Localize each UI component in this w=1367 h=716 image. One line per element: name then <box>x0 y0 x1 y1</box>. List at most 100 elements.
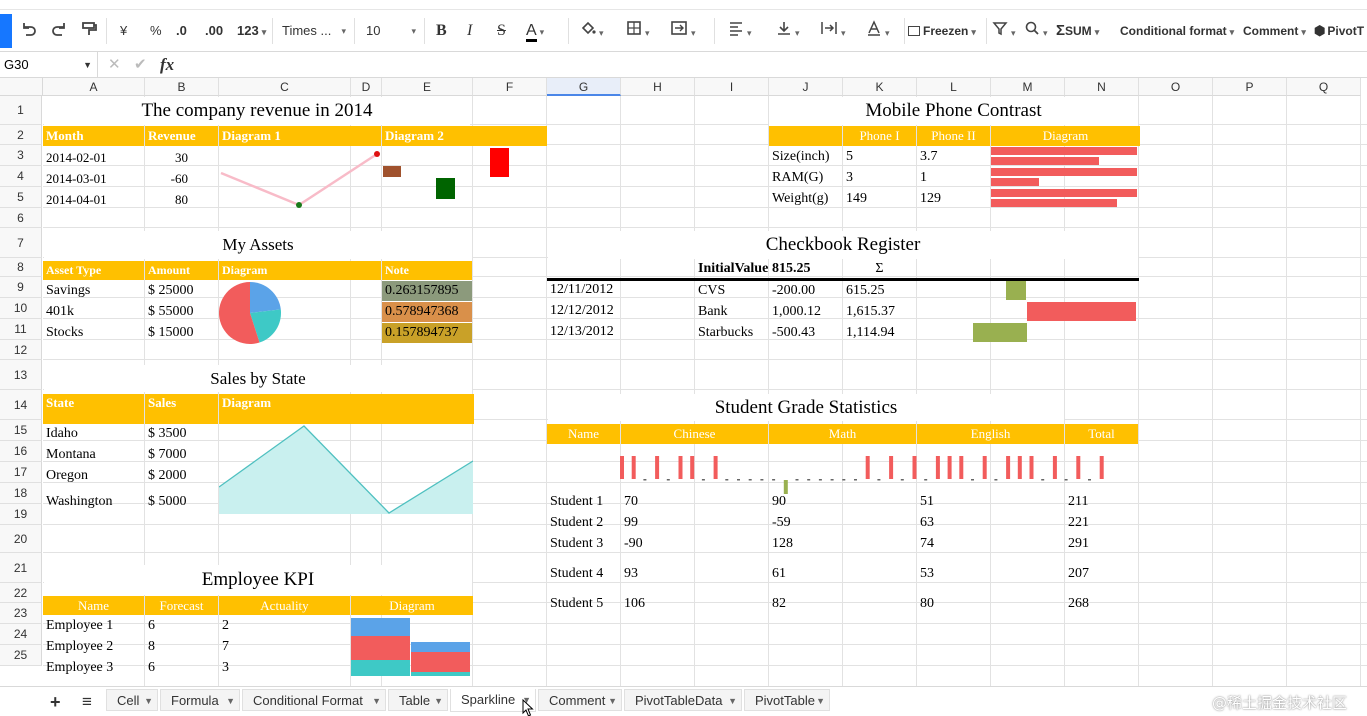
row-header-6[interactable]: 6 <box>0 208 42 228</box>
revenue-column-2 <box>436 178 455 199</box>
column-header-g[interactable]: G <box>547 78 621 96</box>
row-header-24[interactable]: 24 <box>0 624 42 645</box>
row-header-10[interactable]: 10 <box>0 298 42 319</box>
row-header-12[interactable]: 12 <box>0 340 42 360</box>
select-all-corner[interactable] <box>0 78 43 96</box>
column-header-j[interactable]: J <box>769 78 843 96</box>
text-rotate-button[interactable]: ▾ <box>866 20 890 42</box>
caret-down-icon[interactable]: ▼ <box>372 690 381 712</box>
row-header-9[interactable]: 9 <box>0 277 42 298</box>
row-header-25[interactable]: 25 <box>0 645 42 666</box>
sheet-grid[interactable]: ABCDEFGHIJKLMNOPQ 1 2 3 4 5 6 7 8 9 10 11 12 13 14 15 1… <box>0 78 1367 686</box>
decrease-decimal-button[interactable]: .0 <box>176 20 187 42</box>
pivot-table-button[interactable]: ⬢ PivotT <box>1314 20 1364 42</box>
sheet-list-button[interactable]: ≡ <box>82 691 92 713</box>
column-header-o[interactable]: O <box>1139 78 1213 96</box>
column-header-m[interactable]: M <box>991 78 1065 96</box>
caret-down-icon[interactable]: ▼ <box>728 690 737 712</box>
column-header-h[interactable]: H <box>621 78 695 96</box>
column-header-b[interactable]: B <box>145 78 219 96</box>
strikethrough-button[interactable]: S <box>497 20 506 42</box>
sheet-tab-comment[interactable]: Comment ▼ <box>538 689 622 711</box>
column-header-q[interactable]: Q <box>1287 78 1361 96</box>
text-color-button[interactable]: A ▾ <box>526 20 544 42</box>
sheet-tab-pivottabledata[interactable]: PivotTableData ▼ <box>624 689 742 711</box>
percent-button[interactable]: % <box>150 20 162 42</box>
undo-icon[interactable] <box>20 20 38 42</box>
row-header-2[interactable]: 2 <box>0 125 42 145</box>
row-header-1[interactable]: 1 <box>0 96 42 125</box>
caret-down-icon[interactable]: ▼ <box>226 690 235 712</box>
merge-cells-button[interactable]: ▾ <box>670 20 696 42</box>
borders-button[interactable]: ▾ <box>626 20 650 42</box>
bold-button[interactable]: B <box>436 20 447 42</box>
redo-icon[interactable] <box>50 20 68 42</box>
revenue-line-sparkline <box>220 151 380 208</box>
sheet-tab-conditional-format[interactable]: Conditional Format ▼ <box>242 689 386 711</box>
sheet-tab-table[interactable]: Table ▼ <box>388 689 448 711</box>
sheet-tab-pivottable[interactable]: PivotTable ▼ <box>744 689 830 711</box>
row-header-18[interactable]: 18 <box>0 483 42 504</box>
font-size-dropdown[interactable]: 10 ▾ <box>366 20 418 42</box>
column-header-d[interactable]: D <box>351 78 382 96</box>
row-header-16[interactable]: 16 <box>0 441 42 462</box>
name-box[interactable]: G30 ▼ <box>0 52 98 78</box>
row-header-3[interactable]: 3 <box>0 145 42 166</box>
text-wrap-button[interactable]: ▾ <box>820 20 846 42</box>
caret-down-icon[interactable]: ▼ <box>144 690 153 712</box>
column-header-k[interactable]: K <box>843 78 917 96</box>
sheet-tab-cell[interactable]: Cell ▼ <box>106 689 158 711</box>
row-header-17[interactable]: 17 <box>0 462 42 483</box>
horizontal-align-button[interactable]: ▾ <box>728 20 752 42</box>
function-icon[interactable]: fx <box>160 52 174 78</box>
row-header-8[interactable]: 8 <box>0 258 42 277</box>
column-header-f[interactable]: F <box>473 78 547 96</box>
kpi-stack-2a <box>411 642 470 652</box>
row-header-23[interactable]: 23 <box>0 603 42 624</box>
assets-amount-3: $ 15000 <box>148 324 194 340</box>
cancel-icon[interactable]: ✕ <box>108 52 121 78</box>
sheet-tab-formula[interactable]: Formula ▼ <box>160 689 240 711</box>
font-family-dropdown[interactable]: Times ... ▾ <box>282 20 348 42</box>
fill-color-button[interactable]: ▾ <box>580 20 604 42</box>
column-header-e[interactable]: E <box>382 78 473 96</box>
confirm-icon[interactable]: ✔ <box>134 52 147 78</box>
italic-button[interactable]: I <box>467 20 472 42</box>
column-header-c[interactable]: C <box>219 78 351 96</box>
conditional-format-dropdown[interactable]: Conditional format ▾ <box>1120 20 1234 42</box>
formula-input[interactable] <box>186 52 1367 78</box>
row-header-19[interactable]: 19 <box>0 504 42 525</box>
number-format-dropdown[interactable]: 123 ▾ <box>237 20 266 42</box>
checkbook-payee-1: CVS <box>698 282 726 298</box>
column-header-a[interactable]: A <box>43 78 145 96</box>
row-header-21[interactable]: 21 <box>0 553 42 583</box>
filter-button[interactable]: ▾ <box>992 20 1016 42</box>
increase-decimal-button[interactable]: .00 <box>205 20 223 42</box>
row-header-13[interactable]: 13 <box>0 360 42 390</box>
row-header-11[interactable]: 11 <box>0 319 42 340</box>
currency-button[interactable]: ¥ <box>120 20 127 42</box>
row-header-4[interactable]: 4 <box>0 166 42 187</box>
row-header-14[interactable]: 14 <box>0 390 42 420</box>
comment-dropdown[interactable]: Comment ▾ <box>1243 20 1306 42</box>
revenue-value-3: 80 <box>175 191 188 207</box>
format-painter-icon[interactable] <box>80 20 98 42</box>
caret-down-icon[interactable]: ▼ <box>434 690 443 712</box>
vertical-align-button[interactable]: ▾ <box>776 20 800 42</box>
column-header-n[interactable]: N <box>1065 78 1139 96</box>
row-header-7[interactable]: 7 <box>0 228 42 258</box>
search-button[interactable]: ▾ <box>1024 20 1048 42</box>
row-header-20[interactable]: 20 <box>0 525 42 553</box>
add-sheet-button[interactable]: + <box>50 691 61 713</box>
row-header-15[interactable]: 15 <box>0 420 42 441</box>
row-header-22[interactable]: 22 <box>0 583 42 603</box>
caret-down-icon[interactable]: ▼ <box>816 690 825 712</box>
grades-name-2: Student 2 <box>550 514 604 530</box>
column-header-p[interactable]: P <box>1213 78 1287 96</box>
column-header-i[interactable]: I <box>695 78 769 96</box>
row-header-5[interactable]: 5 <box>0 187 42 208</box>
column-header-l[interactable]: L <box>917 78 991 96</box>
freeze-dropdown[interactable]: Freezen ▾ <box>908 20 976 42</box>
caret-down-icon[interactable]: ▼ <box>608 690 617 712</box>
sum-dropdown[interactable]: ΣSUM ▾ <box>1056 20 1099 42</box>
